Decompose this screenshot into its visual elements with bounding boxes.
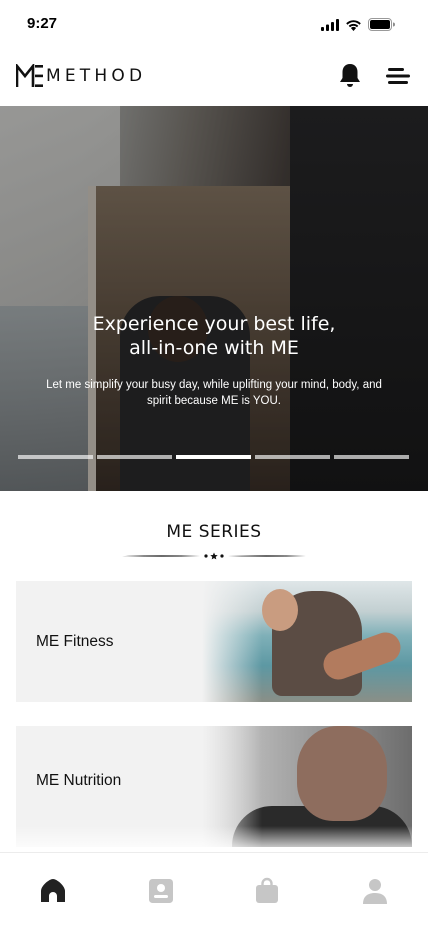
- status-time: 9:27: [27, 15, 58, 32]
- hero-title-line-2: all-in-one with ME: [129, 337, 299, 359]
- carousel-indicator-5[interactable]: [334, 455, 409, 459]
- portrait-icon[interactable]: [147, 877, 175, 905]
- bell-icon[interactable]: [337, 62, 363, 88]
- series-card-label: ME Nutrition: [36, 772, 122, 789]
- carousel-indicator-3[interactable]: [176, 455, 251, 459]
- logo-text: METHOD: [46, 66, 147, 86]
- series-card-fitness[interactable]: ME Fitness: [16, 581, 412, 702]
- bottom-fade: [0, 826, 428, 852]
- section-title: ME SERIES: [166, 522, 262, 542]
- bottom-nav: [0, 852, 428, 926]
- carousel-indicator-2[interactable]: [97, 455, 172, 459]
- hero-title-line-1: Experience your best life,: [92, 313, 336, 335]
- series-card-label: ME Fitness: [36, 633, 114, 650]
- hero-title: Experience your best life, all-in-one wi…: [0, 312, 428, 360]
- battery-icon: [368, 18, 395, 31]
- wifi-icon: [346, 19, 361, 31]
- signal-icon: [321, 18, 339, 31]
- profile-icon[interactable]: [361, 877, 389, 905]
- app-header: METHOD: [0, 50, 428, 106]
- carousel-indicator-1[interactable]: [18, 455, 93, 459]
- carousel-indicator-4[interactable]: [255, 455, 330, 459]
- ornament-divider-icon: [122, 552, 306, 560]
- bag-icon[interactable]: [253, 877, 281, 905]
- logo[interactable]: METHOD: [16, 64, 146, 88]
- status-icons: [321, 18, 395, 31]
- fitness-photo-face: [262, 589, 298, 631]
- fitness-photo: [202, 581, 412, 702]
- carousel-indicators: [18, 455, 409, 460]
- home-icon[interactable]: [39, 877, 67, 905]
- status-bar: 9:27: [0, 0, 428, 50]
- hero-banner[interactable]: Experience your best life, all-in-one wi…: [0, 106, 428, 491]
- hero-subtitle: Let me simplify your busy day, while upl…: [46, 379, 382, 407]
- menu-icon[interactable]: [385, 65, 411, 87]
- nutrition-photo-face: [297, 726, 387, 821]
- me-logo-mark: [16, 64, 43, 87]
- hero-overlay: [0, 106, 428, 491]
